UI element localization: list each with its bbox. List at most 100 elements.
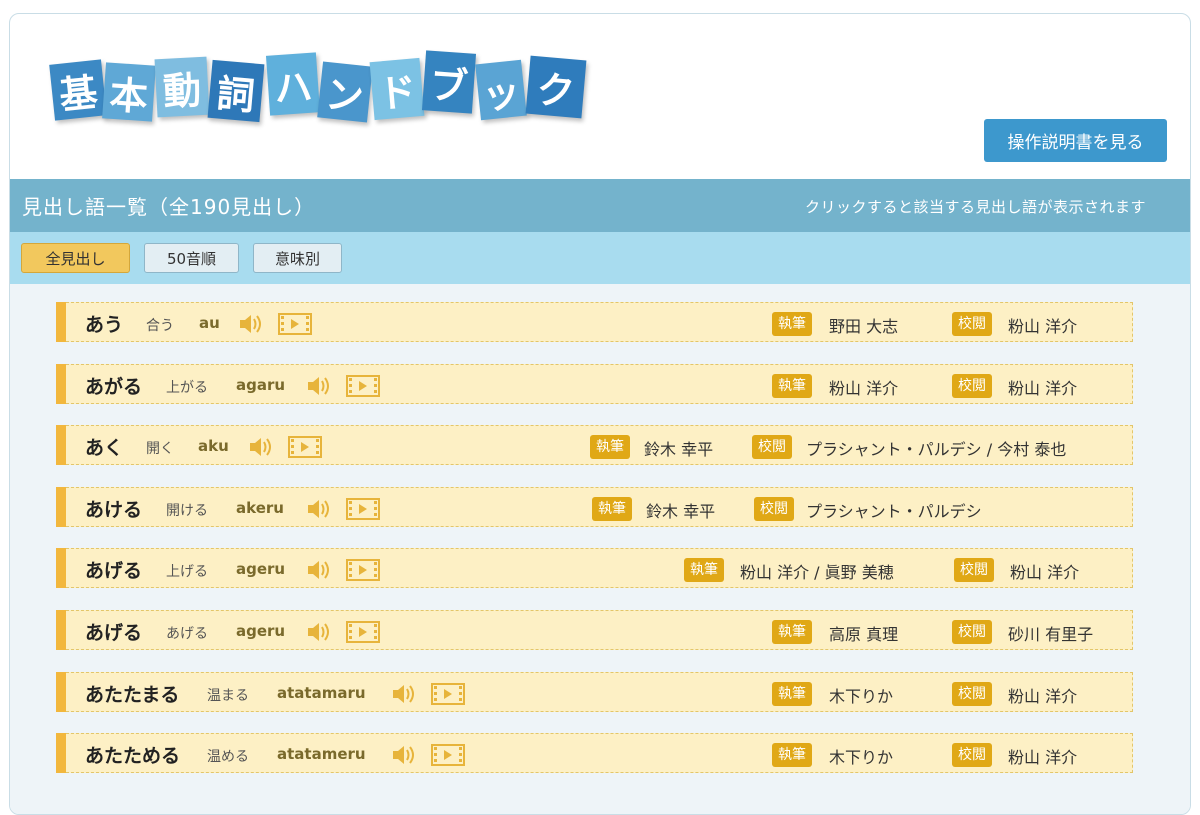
row-accent-bar bbox=[56, 733, 66, 774]
page-frame: 基本動詞ハンドブック 操作説明書を見る 見出し語一覧（全190見出し） クリック… bbox=[9, 13, 1191, 815]
entry-word[interactable]: あげる bbox=[85, 618, 142, 645]
entry-word[interactable]: あける bbox=[85, 495, 142, 522]
entry-word[interactable]: あたためる bbox=[85, 741, 180, 768]
reviewer-name: 砂川 有里子 bbox=[1008, 625, 1094, 644]
entry-kanji: 上がる bbox=[166, 379, 208, 396]
list-title: 見出し語一覧（全190見出し） bbox=[22, 195, 316, 219]
entry-kanji: 温める bbox=[207, 749, 249, 766]
reviewer-badge: 校閲 bbox=[952, 681, 992, 706]
speaker-icon[interactable] bbox=[306, 374, 332, 402]
speaker-icon[interactable] bbox=[306, 558, 332, 586]
entry-word[interactable]: あう bbox=[85, 310, 123, 337]
writer-badge: 執筆 bbox=[590, 435, 630, 460]
entry-row[interactable]: あける 開ける akeru 執筆 鈴木 幸平 校閲 プラシャント・パルデシ bbox=[56, 486, 1133, 527]
speaker-icon[interactable] bbox=[238, 312, 264, 340]
entry-row[interactable]: あく 開く aku 執筆 鈴木 幸平 校閲 プラシャント・パルデシ / 今村 泰也 bbox=[56, 425, 1133, 466]
tab-gojuon-order[interactable]: 50音順 bbox=[144, 243, 239, 273]
film-icon[interactable] bbox=[431, 743, 465, 771]
reviewer-name: 粉山 洋介 bbox=[1010, 563, 1080, 583]
writer-name: 高原 真理 bbox=[829, 625, 899, 644]
row-accent-bar bbox=[56, 671, 66, 712]
speaker-icon[interactable] bbox=[391, 743, 417, 771]
writer-badge: 執筆 bbox=[592, 496, 632, 521]
reviewer-badge: 校閲 bbox=[952, 312, 992, 336]
entry-row[interactable]: あがる 上がる agaru 執筆 粉山 洋介 校閲 粉山 洋介 bbox=[56, 363, 1133, 404]
list-title-bar: 見出し語一覧（全190見出し） クリックすると該当する見出し語が表示されます bbox=[10, 179, 1190, 232]
entry-row[interactable]: あげる あげる ageru 執筆 高原 真理 校閲 砂川 有里子 bbox=[56, 610, 1133, 650]
film-icon[interactable] bbox=[346, 497, 380, 525]
writer-name: 粉山 洋介 / 眞野 美穂 bbox=[740, 563, 894, 583]
film-icon[interactable] bbox=[346, 558, 380, 586]
writer-badge: 執筆 bbox=[772, 743, 812, 768]
row-accent-bar bbox=[56, 363, 66, 404]
row-accent-bar bbox=[56, 425, 66, 466]
entry-word[interactable]: あたたまる bbox=[85, 680, 179, 707]
click-hint: クリックすると該当する見出し語が表示されます bbox=[804, 198, 1146, 216]
reviewer-name: 粉山 洋介 bbox=[1008, 378, 1078, 398]
entry-romaji: ageru bbox=[236, 622, 286, 640]
writer-name: 野田 大志 bbox=[829, 317, 899, 336]
film-icon[interactable] bbox=[346, 374, 380, 402]
reviewer-name: 粉山 洋介 bbox=[1008, 686, 1078, 706]
entry-row[interactable]: あげる 上げる ageru 執筆 粉山 洋介 / 眞野 美穂 校閲 粉山 洋介 bbox=[56, 548, 1133, 589]
reviewer-badge: 校閲 bbox=[952, 743, 992, 768]
site-logo[interactable]: 基本動詞ハンドブック bbox=[46, 48, 606, 148]
writer-name: 木下りか bbox=[829, 748, 894, 768]
entry-romaji: atatamaru bbox=[277, 683, 366, 702]
entry-kanji: あげる bbox=[166, 626, 208, 642]
entry-word[interactable]: あく bbox=[85, 433, 123, 460]
entry-romaji: aku bbox=[198, 437, 229, 456]
film-icon[interactable] bbox=[346, 620, 380, 648]
logo-tile: ド bbox=[369, 57, 425, 121]
reviewer-badge: 校閲 bbox=[952, 620, 992, 644]
entry-list: あう 合う au 執筆 野田 大志 校閲 粉山 洋介 あがる 上がる agaru 執筆 粉山 洋介 校閲… bbox=[10, 284, 1190, 814]
row-accent-bar bbox=[56, 610, 66, 650]
speaker-icon[interactable] bbox=[306, 620, 332, 648]
writer-badge: 執筆 bbox=[772, 373, 812, 398]
reviewer-name: 粉山 洋介 bbox=[1008, 748, 1078, 768]
reviewer-badge: 校閲 bbox=[952, 373, 992, 398]
tab-all-entries[interactable]: 全見出し bbox=[21, 243, 130, 273]
entry-kanji: 開く bbox=[146, 441, 174, 458]
logo-tile: 詞 bbox=[207, 59, 265, 123]
row-accent-bar bbox=[56, 486, 66, 527]
entry-romaji: agaru bbox=[236, 375, 286, 394]
logo-tile: ク bbox=[525, 55, 587, 119]
entry-row[interactable]: あたためる 温める atatameru 執筆 木下りか 校閲 粉山 洋介 bbox=[56, 733, 1133, 774]
entry-kanji: 上げる bbox=[166, 564, 208, 581]
header: 基本動詞ハンドブック 操作説明書を見る bbox=[10, 14, 1190, 179]
row-accent-bar bbox=[56, 548, 66, 589]
entry-word[interactable]: あがる bbox=[85, 372, 142, 399]
entry-kanji: 温まる bbox=[207, 687, 249, 704]
writer-name: 粉山 洋介 bbox=[829, 378, 899, 398]
entry-kanji: 開ける bbox=[166, 502, 208, 519]
entry-romaji: atatameru bbox=[277, 745, 366, 764]
writer-badge: 執筆 bbox=[684, 558, 724, 583]
writer-name: 木下りか bbox=[829, 686, 894, 706]
writer-name: 鈴木 幸平 bbox=[646, 501, 716, 521]
reviewer-badge: 校閲 bbox=[754, 496, 794, 521]
logo-tile: 本 bbox=[102, 62, 156, 122]
writer-badge: 執筆 bbox=[772, 620, 812, 644]
logo-tile: ハ bbox=[265, 52, 321, 116]
logo-tile: ン bbox=[317, 61, 373, 123]
entry-romaji: akeru bbox=[236, 498, 284, 517]
tab-by-meaning[interactable]: 意味別 bbox=[253, 243, 342, 273]
reviewer-badge: 校閲 bbox=[752, 435, 792, 460]
logo-tile: 動 bbox=[154, 56, 210, 118]
speaker-icon[interactable] bbox=[391, 682, 417, 710]
entry-word[interactable]: あげる bbox=[85, 556, 142, 583]
film-icon[interactable] bbox=[288, 435, 322, 463]
reviewer-name: 粉山 洋介 bbox=[1008, 317, 1078, 336]
speaker-icon[interactable] bbox=[248, 435, 274, 463]
entry-row[interactable]: あたたまる 温まる atatamaru 執筆 木下りか 校閲 粉山 洋介 bbox=[56, 671, 1133, 712]
entry-row[interactable]: あう 合う au 執筆 野田 大志 校閲 粉山 洋介 bbox=[56, 302, 1133, 342]
film-icon[interactable] bbox=[431, 682, 465, 710]
speaker-icon[interactable] bbox=[306, 497, 332, 525]
reviewer-badge: 校閲 bbox=[954, 558, 994, 583]
film-icon[interactable] bbox=[278, 312, 312, 340]
entry-kanji: 合う bbox=[146, 318, 174, 334]
writer-badge: 執筆 bbox=[772, 312, 812, 336]
entry-romaji: au bbox=[199, 314, 220, 332]
view-manual-button[interactable]: 操作説明書を見る bbox=[984, 119, 1167, 162]
